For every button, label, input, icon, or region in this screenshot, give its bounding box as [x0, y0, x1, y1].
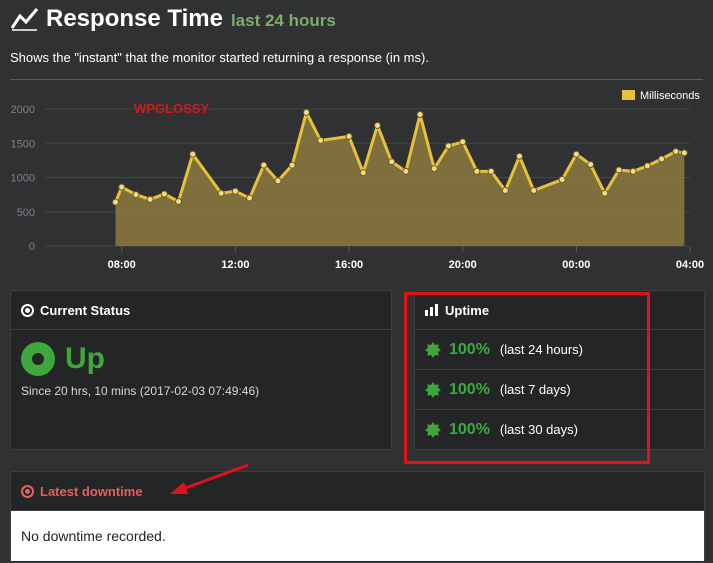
data-point	[530, 187, 538, 195]
y-tick-label: 0	[29, 241, 35, 253]
data-point	[146, 195, 154, 203]
data-point	[160, 190, 168, 198]
status-circle-icon	[21, 303, 34, 317]
y-tick-label: 2000	[11, 104, 35, 116]
y-tick-label: 1500	[11, 138, 35, 150]
data-point	[672, 147, 680, 155]
data-point	[473, 167, 481, 175]
data-point	[643, 162, 651, 170]
data-point	[430, 165, 438, 173]
status-indicator: Up	[21, 342, 391, 376]
data-point	[317, 137, 325, 145]
y-tick-label: 1000	[11, 173, 35, 185]
data-point	[345, 132, 353, 140]
data-point	[388, 158, 396, 166]
data-point	[132, 191, 140, 199]
data-point	[260, 161, 268, 169]
data-point	[189, 150, 197, 158]
data-point	[587, 160, 595, 168]
data-point	[572, 150, 580, 158]
latest-downtime-panel: Latest downtime No downtime recorded.	[10, 471, 705, 563]
data-point	[680, 149, 688, 157]
data-point	[459, 138, 467, 146]
data-point	[274, 177, 282, 185]
x-tick-label: 16:00	[335, 259, 363, 271]
x-tick-label: 08:00	[108, 259, 136, 271]
current-status-title: Current Status	[40, 302, 131, 318]
data-point	[601, 189, 609, 197]
data-point	[516, 152, 524, 160]
response-time-chart: 2000 1500 1000 500 0 08:00 12:00 16:00 20:00 00:0…	[11, 90, 704, 271]
data-point	[416, 110, 424, 118]
data-point	[217, 189, 225, 197]
page-title: Response Time	[46, 5, 223, 32]
data-point	[118, 183, 126, 191]
page-subtitle: last 24 hours	[230, 11, 336, 30]
watermark-text: WPGLOSSY	[134, 101, 209, 116]
trend-line-icon	[10, 8, 39, 31]
data-point	[246, 194, 254, 202]
status-text: Up	[65, 342, 105, 375]
divider	[10, 79, 703, 80]
data-point	[615, 166, 623, 174]
legend-label: Milliseconds	[640, 90, 700, 102]
up-status-icon	[21, 342, 55, 376]
page-header: Response Time last 24 hours	[10, 2, 336, 36]
data-point	[288, 161, 296, 169]
data-point	[501, 187, 509, 195]
downtime-circle-icon	[21, 484, 34, 498]
x-tick-label: 04:00	[676, 259, 704, 271]
data-point	[629, 167, 637, 175]
data-point	[359, 169, 367, 177]
legend-swatch	[622, 90, 635, 100]
chart-description: Shows the "instant" that the monitor sta…	[10, 50, 429, 65]
current-status-header: Current Status	[11, 291, 391, 330]
latest-downtime-title: Latest downtime	[40, 483, 143, 499]
data-point	[558, 176, 566, 184]
downtime-message: No downtime recorded.	[11, 511, 704, 561]
y-tick-label: 500	[17, 207, 35, 219]
data-point	[111, 198, 119, 206]
annotation-highlight-box	[404, 292, 650, 464]
data-point	[444, 142, 452, 150]
data-point	[658, 155, 666, 163]
data-point	[175, 197, 183, 205]
data-point	[231, 187, 239, 195]
x-tick-label: 12:00	[221, 259, 249, 271]
current-status-panel: Current Status Up Since 20 hrs, 10 mins …	[10, 290, 392, 450]
data-point	[402, 167, 410, 175]
latest-downtime-header: Latest downtime	[11, 472, 704, 511]
data-point	[302, 108, 310, 116]
x-tick-label: 00:00	[562, 259, 590, 271]
data-point	[373, 121, 381, 129]
data-point	[487, 167, 495, 175]
x-tick-label: 20:00	[449, 259, 477, 271]
status-since: Since 20 hrs, 10 mins (2017-02-03 07:49:…	[21, 384, 260, 398]
annotation-arrow	[170, 463, 249, 494]
